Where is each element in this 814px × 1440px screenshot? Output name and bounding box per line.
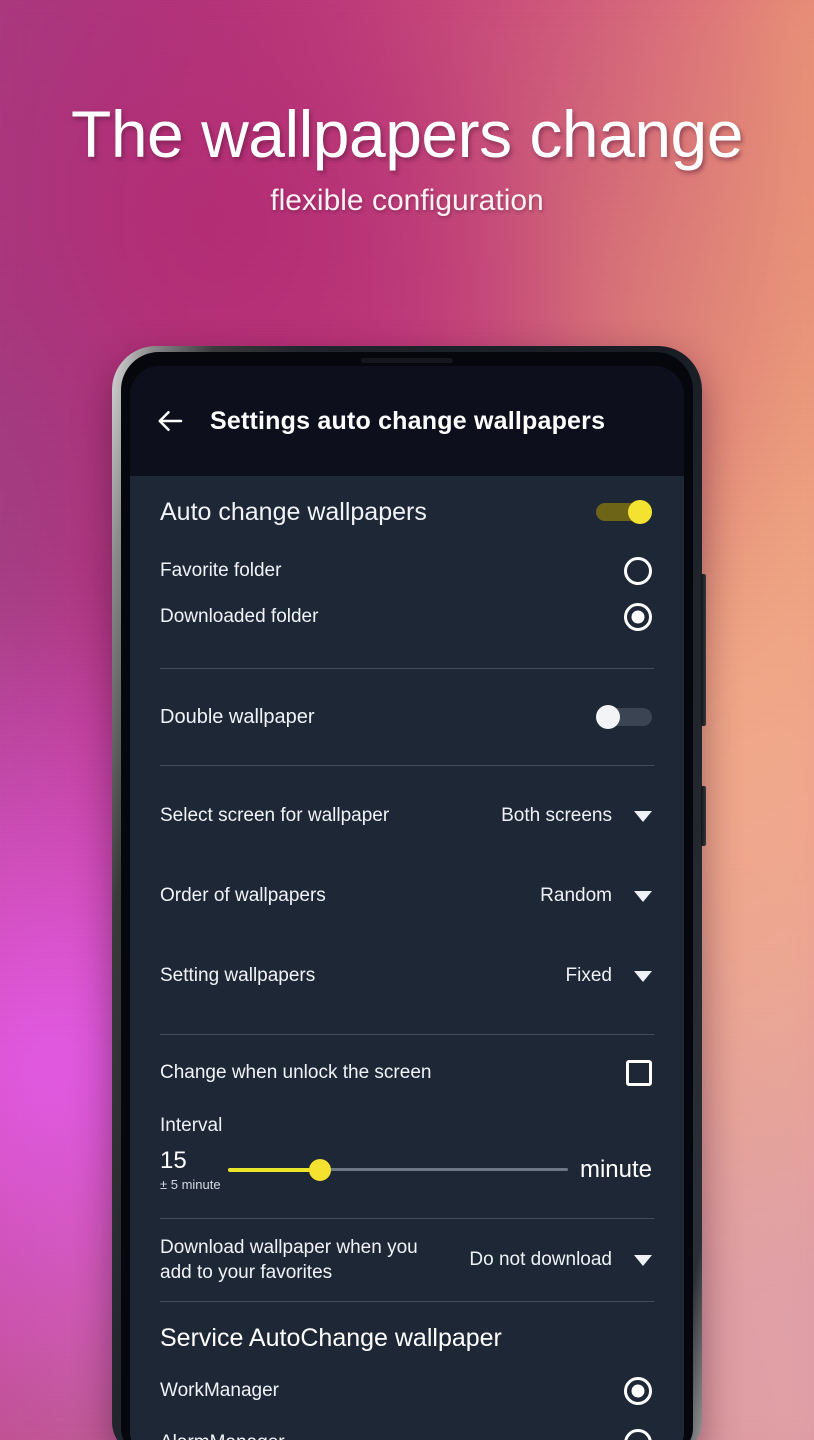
arrow-left-icon[interactable] — [150, 400, 192, 442]
interval-slider-row: 15 ± 5 minute minute — [160, 1147, 652, 1192]
setting-double-wallpaper[interactable]: Double wallpaper — [130, 669, 684, 765]
option-label: Favorite folder — [160, 560, 282, 581]
option-label: Downloaded folder — [160, 606, 319, 627]
radio-workmanager[interactable] — [624, 1377, 652, 1406]
app-bar: Settings auto change wallpapers — [130, 366, 684, 476]
setting-label: Setting wallpapers — [160, 965, 316, 986]
setting-change-when-unlock[interactable]: Change when unlock the screen — [130, 1035, 684, 1111]
interval-tolerance: ± 5 minute — [160, 1177, 221, 1192]
setting-select-screen[interactable]: Select screen for wallpaper Both screens — [130, 776, 684, 856]
option-label: AlarmManager — [160, 1432, 285, 1440]
slider-fill — [228, 1167, 320, 1172]
interval-unit: minute — [579, 1155, 652, 1183]
slider-thumb[interactable] — [308, 1158, 331, 1181]
option-alarmmanager[interactable]: AlarmManager — [130, 1417, 684, 1440]
settings-content: Auto change wallpapers Favorite folder D… — [130, 476, 684, 1440]
option-workmanager[interactable]: WorkManager — [130, 1365, 684, 1417]
setting-label: Order of wallpapers — [160, 885, 326, 906]
setting-setting-wallpapers[interactable]: Setting wallpapers Fixed — [130, 936, 684, 1016]
chevron-down-icon[interactable] — [634, 970, 652, 982]
setting-label: Change when unlock the screen — [160, 1062, 432, 1083]
page-title: The wallpapers change — [71, 97, 743, 171]
option-label: WorkManager — [160, 1380, 279, 1402]
phone-mockup: Settings auto change wallpapers Auto cha… — [112, 346, 706, 1440]
setting-download-on-favorite[interactable]: Download wallpaper when you add to your … — [130, 1219, 684, 1301]
interval-section: Interval 15 ± 5 minute minute — [130, 1111, 684, 1192]
toggle-thumb — [628, 500, 652, 524]
app-bar-title: Settings auto change wallpapers — [210, 406, 606, 435]
interval-slider[interactable] — [228, 1157, 568, 1183]
setting-order-of-wallpapers[interactable]: Order of wallpapers Random — [130, 856, 684, 936]
power-button[interactable] — [701, 786, 706, 846]
select-value: Fixed — [565, 965, 612, 986]
radio-favorite-folder[interactable] — [624, 557, 652, 585]
chevron-down-icon[interactable] — [634, 1254, 652, 1266]
interval-value: 15 — [160, 1147, 187, 1174]
option-favorite-folder[interactable]: Favorite folder — [130, 548, 684, 594]
interval-label: Interval — [160, 1115, 223, 1136]
service-section-title: Service AutoChange wallpaper — [160, 1324, 502, 1353]
select-value: Do not download — [469, 1249, 612, 1271]
volume-button[interactable] — [701, 574, 706, 726]
radio-downloaded-folder[interactable] — [624, 603, 652, 631]
select-value: Both screens — [501, 805, 612, 826]
setting-label: Double wallpaper — [160, 705, 315, 728]
change-on-unlock-checkbox[interactable] — [626, 1060, 652, 1086]
interval-readout: 15 ± 5 minute — [160, 1147, 222, 1192]
earpiece-speaker — [361, 358, 453, 363]
hero-banner: The wallpapers change flexible configura… — [0, 0, 814, 218]
option-downloaded-folder[interactable]: Downloaded folder — [130, 594, 684, 640]
select-control[interactable]: Do not download — [469, 1249, 652, 1271]
setting-label: Select screen for wallpaper — [160, 805, 390, 826]
divider — [160, 765, 654, 766]
phone-screen: Settings auto change wallpapers Auto cha… — [130, 366, 684, 1440]
auto-change-toggle[interactable] — [596, 500, 652, 524]
setting-label: Auto change wallpapers — [160, 497, 427, 526]
double-wallpaper-toggle[interactable] — [596, 705, 652, 729]
chevron-down-icon[interactable] — [634, 810, 652, 822]
select-value: Random — [540, 885, 612, 906]
setting-label: Download wallpaper when you add to your … — [160, 1237, 418, 1284]
chevron-down-icon[interactable] — [634, 890, 652, 902]
radio-alarmmanager[interactable] — [624, 1429, 652, 1440]
page-subtitle: flexible configuration — [270, 184, 544, 217]
setting-auto-change-wallpapers[interactable]: Auto change wallpapers — [130, 476, 684, 548]
select-control[interactable]: Random — [540, 885, 652, 907]
select-control[interactable]: Both screens — [501, 805, 652, 827]
toggle-thumb — [596, 705, 620, 729]
select-control[interactable]: Fixed — [566, 965, 652, 987]
